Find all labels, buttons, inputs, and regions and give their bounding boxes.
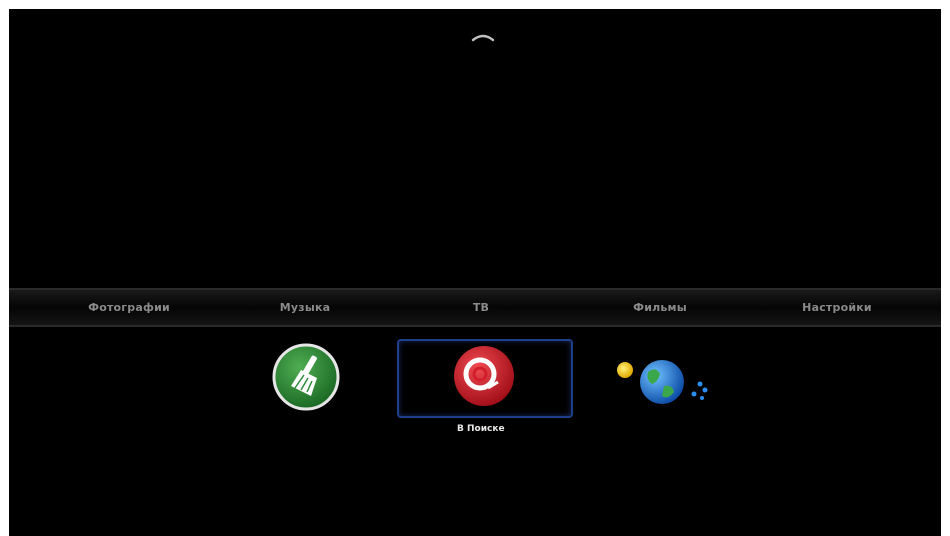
menu-item-music[interactable]: Музыка [245,290,365,325]
app-globe[interactable] [614,354,714,414]
menu-item-photos[interactable]: Фотографии [69,290,189,325]
scroll-up-icon[interactable] [471,27,495,42]
menu-item-tv[interactable]: ТВ [421,290,541,325]
v-poiske-icon [454,346,514,406]
broom-cleaner-icon [272,343,340,411]
app-v-poiske[interactable] [452,344,516,408]
menu-item-settings[interactable]: Настройки [777,290,897,325]
menu-item-movies[interactable]: Фильмы [600,290,720,325]
category-menu-bar: Фотографии Музыка ТВ Фильмы Настройки [9,288,941,327]
apps-row: В Поиске [9,334,941,454]
globe-planet-icon [617,360,708,404]
tv-screen: Фотографии Музыка ТВ Фильмы Настройки В … [9,9,941,536]
app-cleaner[interactable] [271,342,341,412]
app-label-v-poiske: В Поиске [457,424,505,434]
